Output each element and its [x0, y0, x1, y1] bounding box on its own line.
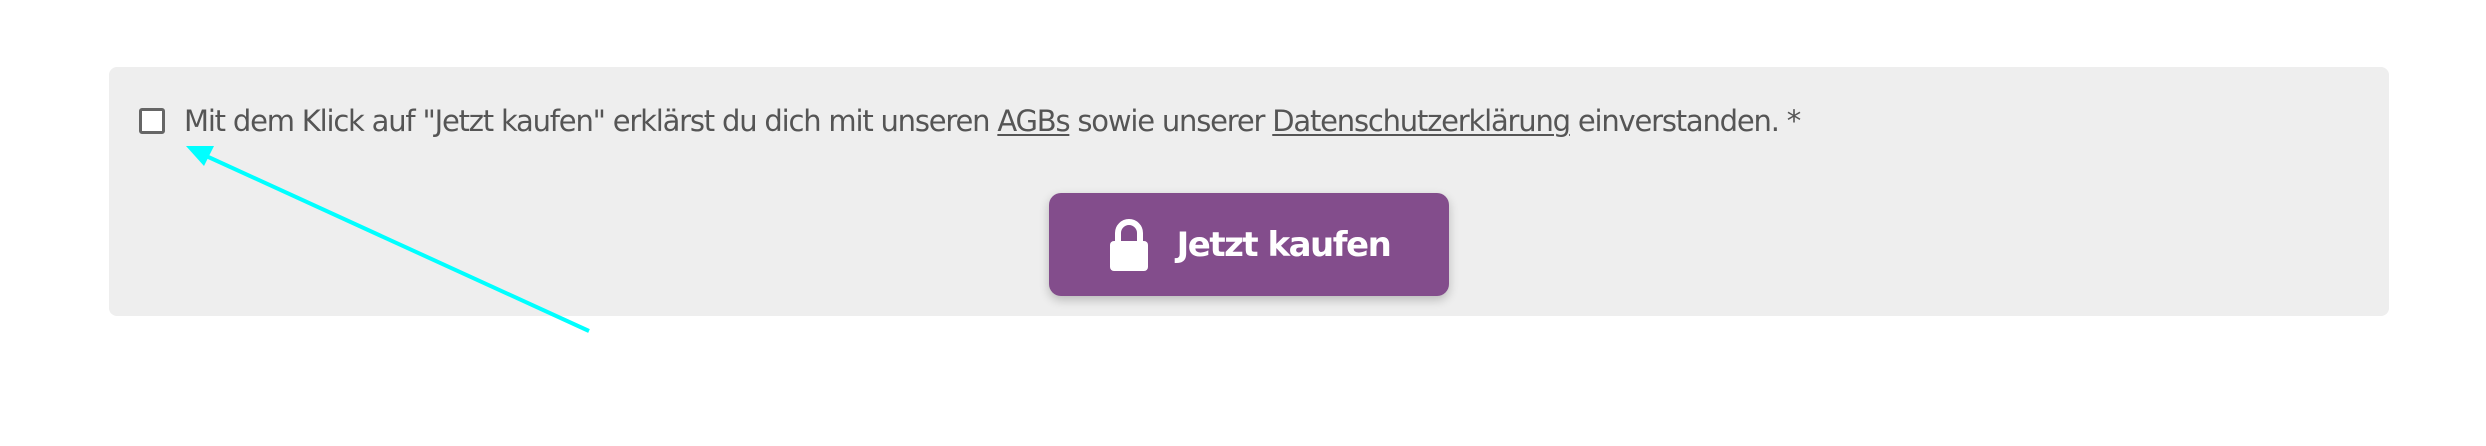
consent-text-middle: sowie unserer: [1069, 104, 1273, 138]
consent-row: Mit dem Klick auf "Jetzt kaufen" erklärs…: [139, 103, 1801, 139]
consent-text-after: einverstanden. *: [1569, 104, 1801, 138]
privacy-policy-link[interactable]: Datenschutzerklärung: [1272, 104, 1571, 138]
buy-now-label: Jetzt kaufen: [1176, 224, 1392, 265]
terms-link[interactable]: AGBs: [997, 104, 1070, 138]
lock-icon: [1109, 218, 1148, 271]
consent-text-before: Mit dem Klick auf "Jetzt kaufen" erklärs…: [184, 104, 998, 138]
checkout-panel: Mit dem Klick auf "Jetzt kaufen" erklärs…: [109, 67, 2389, 316]
consent-text: Mit dem Klick auf "Jetzt kaufen" erklärs…: [184, 103, 1801, 139]
buy-now-button[interactable]: Jetzt kaufen: [1049, 193, 1449, 296]
consent-checkbox[interactable]: [139, 108, 165, 134]
